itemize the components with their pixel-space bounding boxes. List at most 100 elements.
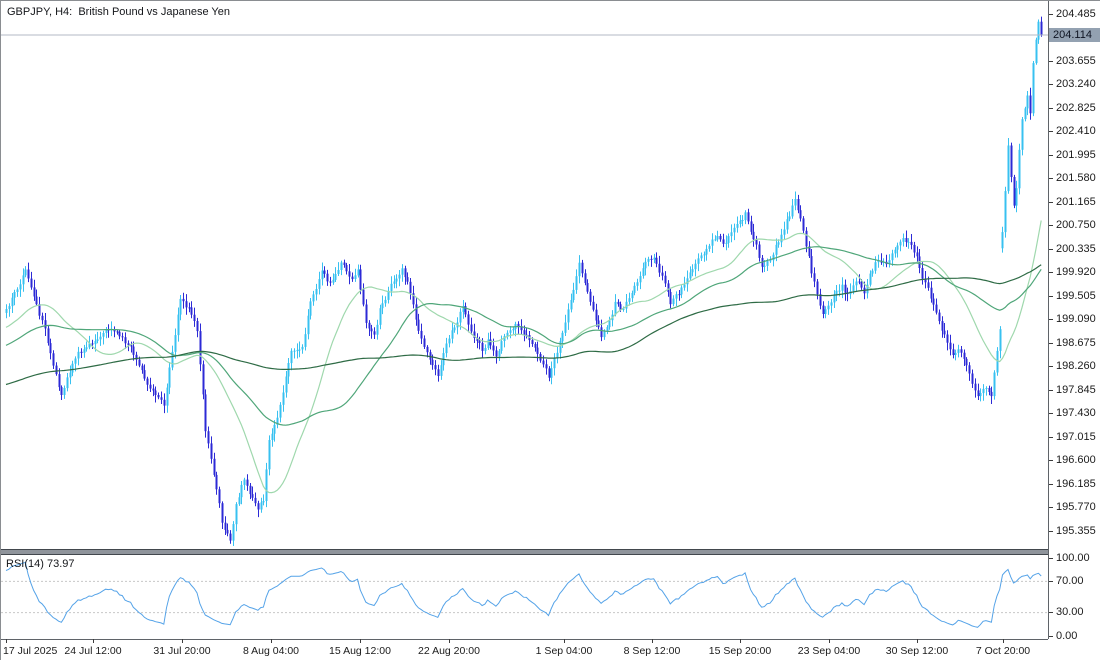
candle-body [562, 333, 564, 342]
candle-body [679, 294, 681, 295]
time-tick-label: 22 Aug 20:00 [418, 645, 480, 657]
rsi-tick [1049, 636, 1053, 637]
candle-body [692, 269, 694, 272]
candle-body [709, 246, 711, 249]
candle-body [371, 329, 373, 332]
candle-body [1011, 146, 1013, 178]
candle-body [169, 368, 171, 388]
time-axis[interactable]: 17 Jul 202524 Jul 12:0031 Jul 20:008 Aug… [1, 639, 1100, 660]
candle-body [308, 316, 310, 335]
rsi-indicator-chart[interactable] [1, 555, 1048, 639]
candle-body [565, 323, 567, 333]
candle-body [637, 282, 639, 286]
candle-body [452, 330, 454, 338]
candle-body [280, 405, 282, 418]
candle-body [81, 352, 83, 353]
candle-body [449, 339, 451, 344]
candle-body [1027, 96, 1029, 109]
time-tick-label: 15 Sep 20:00 [709, 645, 771, 657]
candle-body [283, 393, 285, 405]
candle-body [634, 286, 636, 293]
candle-body [811, 256, 813, 273]
candle-body [690, 272, 692, 278]
time-tick-label: 8 Aug 04:00 [243, 645, 299, 657]
candlestick-chart[interactable] [1, 1, 1048, 549]
candle-body [6, 309, 8, 313]
candle-body [34, 287, 36, 296]
candle-body [1038, 22, 1040, 40]
candle-body [546, 364, 548, 368]
price-tick-label: 199.920 [1056, 266, 1096, 278]
symbol-title: GBPJPY, H4: British Pound vs Japanese Ye… [7, 6, 230, 18]
candle-body [72, 364, 74, 373]
candle-body [803, 218, 805, 230]
candle-body [316, 289, 318, 294]
candle-body [742, 220, 744, 221]
candle-body [189, 307, 191, 308]
candle-body [759, 245, 761, 258]
candle-body [230, 534, 232, 541]
price-tick [1049, 460, 1053, 461]
candle-body [139, 360, 141, 366]
candle-body [900, 242, 902, 246]
candle-body [358, 269, 360, 275]
candle-body [568, 309, 570, 322]
candle-body [291, 351, 293, 363]
candle-body [269, 440, 271, 469]
candle-body [1022, 119, 1024, 150]
candle-body [870, 274, 872, 285]
moving-average-line [6, 265, 1041, 385]
candle-body [191, 307, 193, 314]
time-tick-label: 23 Sep 04:00 [798, 645, 860, 657]
candle-body [933, 299, 935, 305]
candle-body [651, 259, 653, 260]
rsi-tick-label: 70.00 [1056, 575, 1084, 587]
candle-body [341, 263, 343, 271]
candle-body [471, 325, 473, 332]
candle-body [964, 353, 966, 359]
price-tick [1049, 61, 1053, 62]
candle-body [155, 391, 157, 396]
candle-body [789, 216, 791, 219]
candle-body [396, 279, 398, 282]
candle-body [942, 321, 944, 331]
candle-body [601, 327, 603, 337]
candle-body [150, 385, 152, 389]
time-tick-label: 31 Jul 20:00 [153, 645, 210, 657]
candle-body [319, 279, 321, 289]
price-axis[interactable]: 204.485203.655203.240202.825202.410201.9… [1049, 1, 1100, 639]
candle-body [701, 255, 703, 258]
candle-body [313, 294, 315, 301]
time-tick [6, 639, 7, 643]
candle-body [48, 328, 50, 343]
candle-body [836, 291, 838, 295]
candle-body [499, 351, 501, 357]
candle-body [61, 387, 63, 395]
candle-body [856, 282, 858, 286]
candle-body [828, 306, 830, 310]
candle-body [205, 394, 207, 431]
time-tick [740, 639, 741, 643]
candle-body [986, 388, 988, 389]
candle-body [554, 358, 556, 368]
candle-body [989, 388, 991, 392]
candle-body [432, 360, 434, 365]
candle-body [45, 320, 47, 328]
candle-body [244, 480, 246, 485]
candle-body [468, 314, 470, 324]
candle-body [330, 281, 332, 282]
candle-body [493, 346, 495, 351]
candle-body [684, 284, 686, 287]
candle-body [961, 349, 963, 352]
price-tick [1049, 131, 1053, 132]
candle-body [416, 304, 418, 319]
candle-body [418, 320, 420, 331]
candle-body [629, 298, 631, 302]
candle-body [346, 265, 348, 271]
candle-body [573, 290, 575, 300]
candle-body [394, 282, 396, 284]
candle-body [991, 392, 993, 396]
candle-body [1025, 108, 1027, 119]
time-tick-label: 15 Aug 12:00 [329, 645, 391, 657]
candle-body [147, 379, 149, 385]
